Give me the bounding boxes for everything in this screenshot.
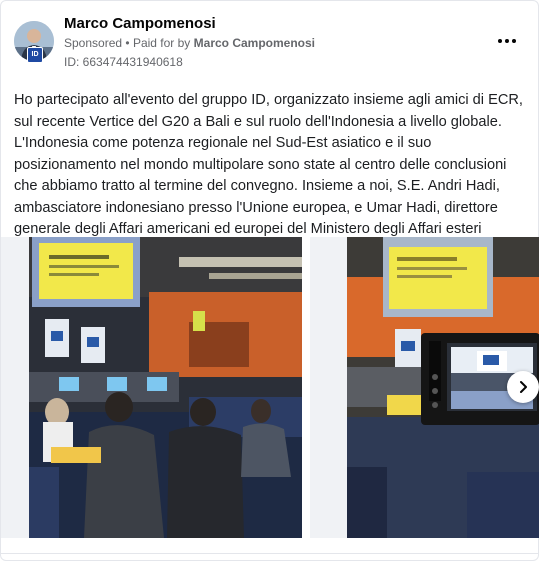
conference-hall-photo-1 (29, 237, 302, 538)
card-divider (1, 553, 539, 554)
image-carousel[interactable] (1, 237, 539, 538)
more-options-icon (512, 39, 516, 43)
id-party-badge-icon: ID (27, 47, 43, 63)
sponsored-post-card: ID Marco Campomenosi Sponsored • Paid fo… (0, 0, 539, 561)
more-options-icon (505, 39, 509, 43)
chevron-right-icon (520, 381, 527, 393)
paid-for-name[interactable]: Marco Campomenosi (194, 36, 315, 50)
carousel-image-2[interactable] (310, 237, 539, 538)
paid-for-prefix: Paid for by (132, 36, 191, 50)
more-options-button[interactable] (495, 29, 519, 53)
more-options-icon (498, 39, 502, 43)
carousel-next-button[interactable] (507, 371, 539, 403)
sponsored-meta: Sponsored • Paid for by Marco Campomenos… (64, 36, 315, 50)
ad-id: ID: 663474431940618 (64, 55, 183, 69)
carousel-image-1[interactable] (1, 237, 302, 538)
meta-separator: • (125, 36, 130, 50)
author-name[interactable]: Marco Campomenosi (64, 15, 216, 32)
sponsored-label: Sponsored (64, 36, 123, 50)
